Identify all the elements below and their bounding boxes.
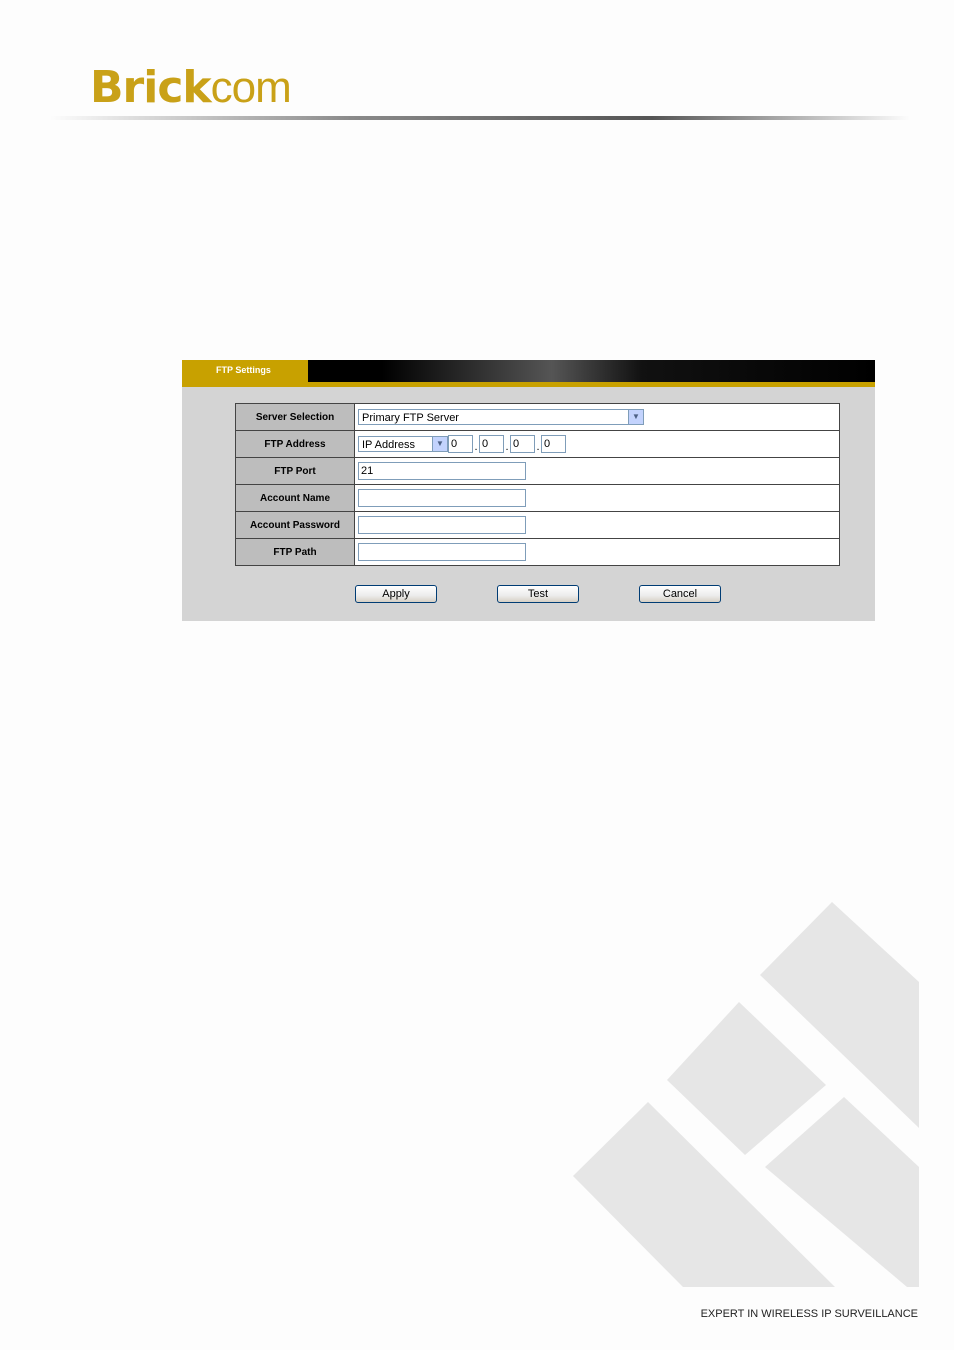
ftp-address-label: FTP Address	[235, 430, 355, 458]
ftp-settings-form: Server Selection Primary FTP Server ▼ FT…	[235, 403, 840, 566]
chevron-down-icon: ▼	[628, 410, 643, 424]
ip-octet-1-input[interactable]: 0	[448, 435, 473, 453]
ip-octet-4-input[interactable]: 0	[541, 435, 566, 453]
chevron-down-icon: ▼	[432, 437, 447, 451]
decorative-brick-shapes	[573, 902, 919, 1287]
server-selection-value: Primary FTP Server	[362, 412, 459, 424]
row-ftp-path: FTP Path	[235, 538, 840, 566]
server-selection-label: Server Selection	[235, 403, 355, 431]
address-type-value: IP Address	[362, 439, 415, 451]
apply-button[interactable]: Apply	[355, 585, 437, 603]
ftp-address-cell: IP Address ▼ 0.0.0.0	[354, 430, 840, 458]
ip-octet-3-input[interactable]: 0	[510, 435, 535, 453]
address-type-dropdown[interactable]: IP Address ▼	[358, 436, 448, 452]
row-account-name: Account Name	[235, 484, 840, 512]
row-ftp-port: FTP Port 21	[235, 457, 840, 485]
server-selection-cell: Primary FTP Server ▼	[354, 403, 840, 431]
ftp-path-cell	[354, 538, 840, 566]
ftp-path-input[interactable]	[358, 543, 526, 561]
row-server-selection: Server Selection Primary FTP Server ▼	[235, 403, 840, 431]
ftp-path-label: FTP Path	[235, 538, 355, 566]
account-name-cell	[354, 484, 840, 512]
cancel-button[interactable]: Cancel	[639, 585, 721, 603]
account-name-label: Account Name	[235, 484, 355, 512]
row-ftp-address: FTP Address IP Address ▼ 0.0.0.0	[235, 430, 840, 458]
ftp-port-label: FTP Port	[235, 457, 355, 485]
account-password-input[interactable]	[358, 516, 526, 534]
server-selection-dropdown[interactable]: Primary FTP Server ▼	[358, 409, 644, 425]
account-password-cell	[354, 511, 840, 539]
row-account-password: Account Password	[235, 511, 840, 539]
logo-brick-text: Brick	[90, 62, 212, 113]
brickcom-logo: Brick com	[90, 62, 292, 113]
ip-octet-2-input[interactable]: 0	[479, 435, 504, 453]
account-name-input[interactable]	[358, 489, 526, 507]
panel-accent-bar	[182, 382, 875, 387]
footer-tagline: EXPERT IN WIRELESS IP SURVEILLANCE	[700, 1308, 918, 1320]
account-password-label: Account Password	[235, 511, 355, 539]
ftp-port-input[interactable]: 21	[358, 462, 526, 480]
test-button[interactable]: Test	[497, 585, 579, 603]
ftp-port-cell: 21	[354, 457, 840, 485]
tab-ftp-settings[interactable]: FTP Settings	[182, 360, 308, 382]
ftp-settings-panel: FTP Settings Server Selection Primary FT…	[182, 360, 875, 621]
logo-com-text: com	[210, 63, 292, 112]
header-divider	[50, 116, 910, 120]
